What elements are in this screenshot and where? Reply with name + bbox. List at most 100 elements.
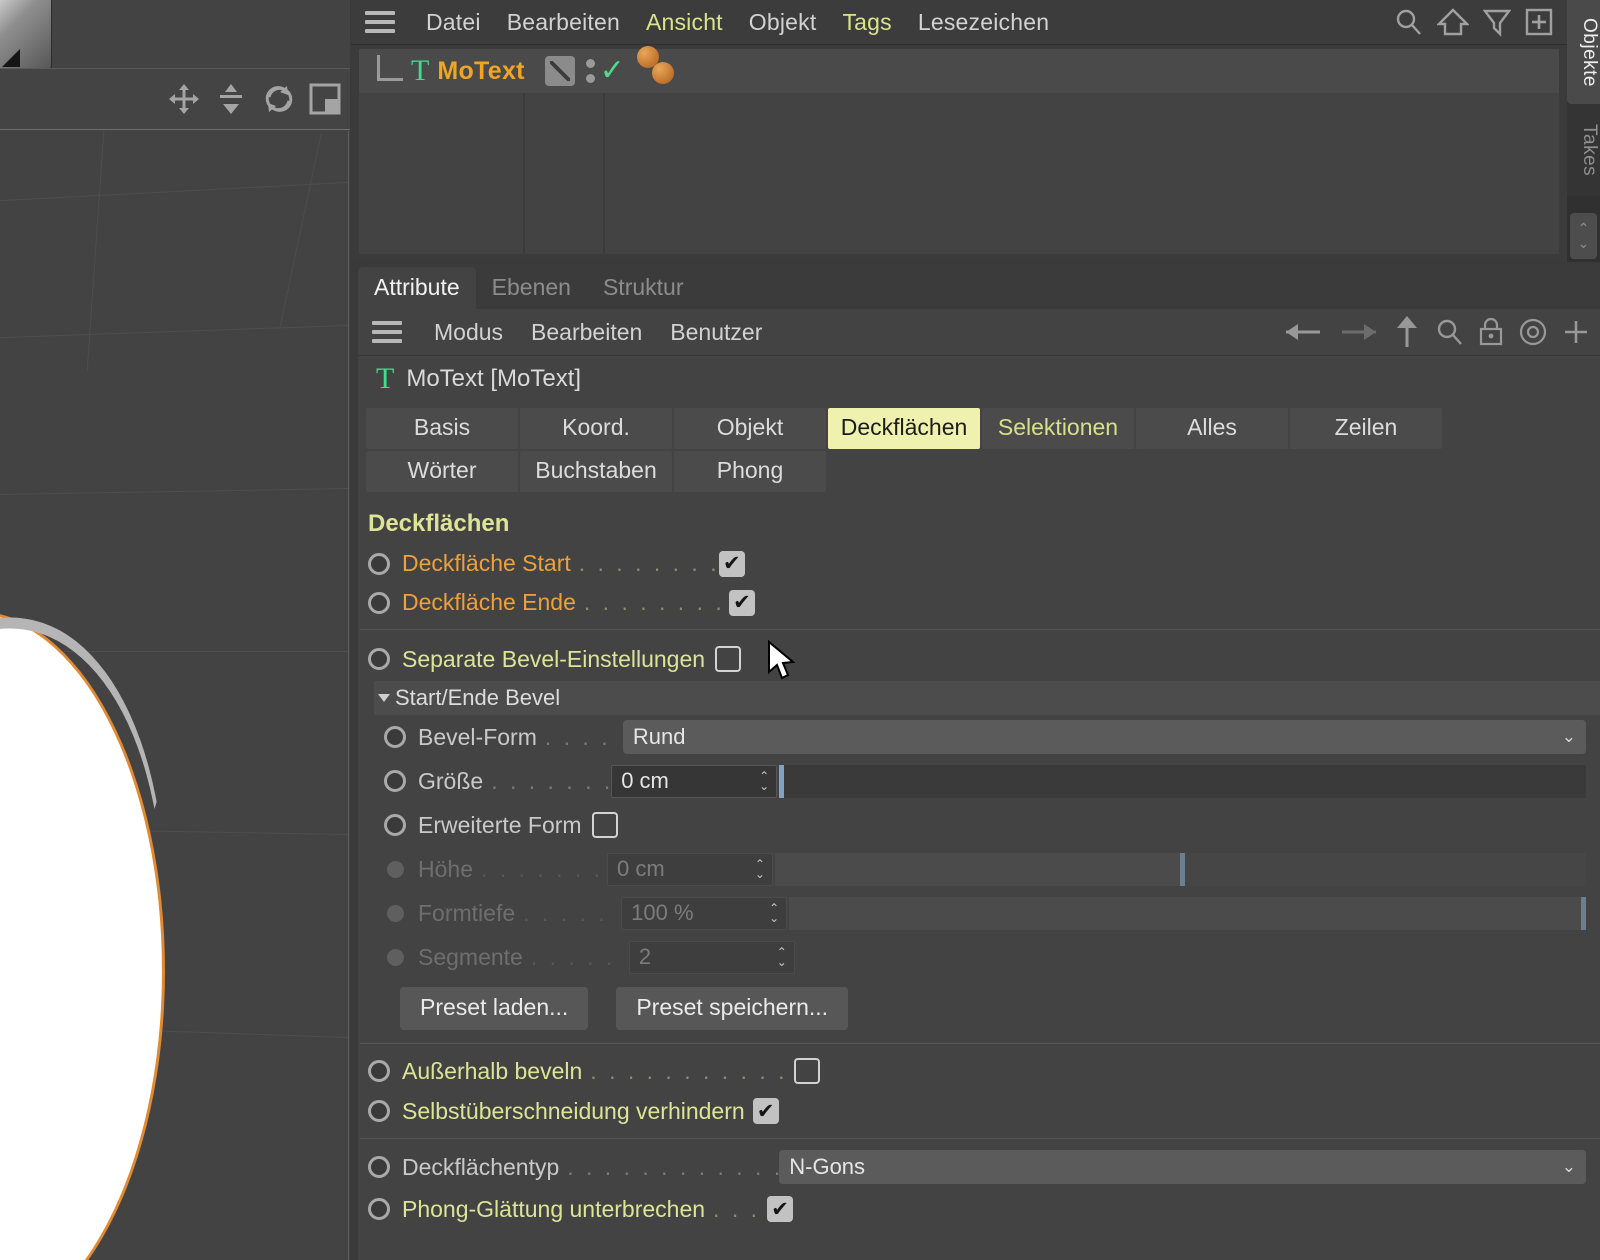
ptab-alles[interactable]: Alles xyxy=(1136,408,1288,449)
ptab-objekt[interactable]: Objekt xyxy=(674,408,826,449)
row-segmente: Segmente . . . . . 2 ⌃ ⌄ xyxy=(358,935,1600,979)
hamburger-menu-icon[interactable] xyxy=(372,321,402,343)
home-icon[interactable] xyxy=(1437,7,1469,37)
animate-knob-icon[interactable] xyxy=(368,552,390,575)
input-groesse-value: 0 cm xyxy=(621,768,669,793)
dropdown-bevel-form[interactable]: Rund ⌄ xyxy=(622,720,1586,754)
chevron-down-icon[interactable]: ⌄ xyxy=(1578,235,1590,251)
vtab-objekte[interactable]: Objekte xyxy=(1567,0,1600,104)
slider-formtiefe xyxy=(789,896,1586,930)
row-deckflaeche-start: Deckfläche Start . . . . . . . . . ✔ xyxy=(358,544,1600,583)
menu-tags[interactable]: Tags xyxy=(829,9,904,36)
ptab-selektionen[interactable]: Selektionen xyxy=(982,408,1134,449)
object-manager-menubar: Datei Bearbeiten Ansicht Objekt Tags Les… xyxy=(351,0,1567,45)
enabled-check-icon[interactable]: ✓ xyxy=(600,56,625,86)
input-segmente: 2 ⌃ ⌄ xyxy=(628,940,795,974)
move-icon[interactable] xyxy=(167,82,201,116)
menu-lesezeichen[interactable]: Lesezeichen xyxy=(905,9,1062,36)
animate-knob-icon[interactable] xyxy=(368,648,390,670)
subsection-start-ende-bevel[interactable]: Start/Ende Bevel xyxy=(374,681,1600,715)
filter-icon[interactable] xyxy=(1483,7,1511,37)
tab-struktur[interactable]: Struktur xyxy=(587,267,700,309)
menu-ansicht[interactable]: Ansicht xyxy=(633,9,736,36)
up-arrow-icon[interactable] xyxy=(1394,313,1420,351)
animate-knob-icon[interactable] xyxy=(368,1156,390,1178)
tree-branch-icon xyxy=(377,55,403,81)
checkbox-erweiterte-form[interactable] xyxy=(591,812,618,838)
hamburger-menu-icon[interactable] xyxy=(365,11,395,33)
material-preview-thumb xyxy=(0,0,52,70)
menu-bearbeiten[interactable]: Bearbeiten xyxy=(494,9,633,36)
animate-knob-icon[interactable] xyxy=(368,1060,390,1082)
slider-groesse[interactable] xyxy=(779,764,1586,798)
checkbox-ausserhalb-beveln[interactable] xyxy=(794,1058,821,1084)
forward-arrow-icon[interactable] xyxy=(1338,319,1380,345)
add-icon[interactable] xyxy=(1562,318,1590,346)
ptab-koord[interactable]: Koord. xyxy=(520,408,672,449)
search-icon[interactable] xyxy=(1393,7,1423,37)
object-row-motext[interactable]: T MoText ✓ xyxy=(359,46,1559,93)
input-hoehe: 0 cm ⌃ ⌄ xyxy=(606,852,773,886)
subsection-label: Start/Ende Bevel xyxy=(395,685,561,710)
ptab-buchstaben[interactable]: Buchstaben xyxy=(520,451,672,492)
animate-knob-icon[interactable] xyxy=(368,1100,390,1122)
menu-objekt[interactable]: Objekt xyxy=(736,9,830,36)
maximize-icon[interactable] xyxy=(308,82,342,116)
visibility-dots-icon[interactable] xyxy=(585,59,595,83)
animate-knob-icon[interactable] xyxy=(384,814,406,836)
slider-hoehe xyxy=(774,852,1586,886)
chevron-down-icon[interactable] xyxy=(378,694,390,702)
checkbox-selbstueberschneidung[interactable]: ✔ xyxy=(752,1098,779,1124)
motext-3d-object[interactable] xyxy=(0,592,209,1260)
dot-leader: . . . . xyxy=(544,723,611,750)
menu-modus[interactable]: Modus xyxy=(420,319,517,346)
label-segmente: Segmente xyxy=(418,943,523,970)
object-name[interactable]: MoText xyxy=(437,57,524,86)
label-separate-bevel: Separate Bevel-Einstellungen xyxy=(402,645,706,672)
target-icon[interactable] xyxy=(1518,317,1548,347)
menu-bearbeiten[interactable]: Bearbeiten xyxy=(517,319,656,346)
viewport-canvas[interactable] xyxy=(0,131,349,1260)
animate-knob-icon[interactable] xyxy=(384,726,406,748)
preset-speichern-button[interactable]: Preset speichern... xyxy=(616,987,849,1030)
input-groesse[interactable]: 0 cm ⌃ ⌄ xyxy=(611,764,778,798)
checkbox-separate-bevel[interactable] xyxy=(715,646,742,672)
vtab-scroll-buttons[interactable]: ⌃ ⌄ xyxy=(1570,213,1597,259)
tab-ebenen[interactable]: Ebenen xyxy=(476,267,587,309)
checkbox-deckflaeche-start[interactable]: ✔ xyxy=(718,550,745,577)
ptab-woerter[interactable]: Wörter xyxy=(366,451,518,492)
vtab-takes[interactable]: Takes xyxy=(1567,104,1600,196)
ptab-zeilen[interactable]: Zeilen xyxy=(1290,408,1442,449)
ptab-basis[interactable]: Basis xyxy=(366,408,518,449)
back-arrow-icon[interactable] xyxy=(1282,319,1324,345)
input-formtiefe: 100 % ⌃ ⌄ xyxy=(621,896,788,930)
chevron-up-icon[interactable]: ⌃ xyxy=(1578,220,1590,236)
checkbox-phong-unterbrechen[interactable]: ✔ xyxy=(767,1196,794,1222)
ptab-deckflaechen[interactable]: Deckflächen xyxy=(828,408,980,449)
checkbox-deckflaeche-ende[interactable]: ✔ xyxy=(728,589,755,616)
tab-attribute[interactable]: Attribute xyxy=(358,267,476,309)
animate-knob-icon[interactable] xyxy=(368,591,390,614)
animate-knob-icon[interactable] xyxy=(368,1198,390,1220)
menu-datei[interactable]: Datei xyxy=(413,9,494,36)
animate-knob-icon[interactable] xyxy=(384,770,406,792)
dropdown-deckflaechentyp[interactable]: N-Gons ⌄ xyxy=(779,1150,1586,1184)
attribute-manager-panel: Attribute Ebenen Struktur Modus Bearbeit… xyxy=(358,265,1600,1260)
mograph-tag-icon[interactable] xyxy=(544,56,575,86)
scale-icon[interactable] xyxy=(214,82,248,116)
text-object-icon: T xyxy=(376,362,395,395)
rotate-icon[interactable] xyxy=(261,82,295,116)
menu-benutzer[interactable]: Benutzer xyxy=(656,319,776,346)
stepper-icon: ⌃ ⌄ xyxy=(776,944,787,969)
preset-laden-button[interactable]: Preset laden... xyxy=(400,987,589,1030)
add-icon[interactable] xyxy=(1525,8,1553,36)
row-hoehe: Höhe . . . . . . . . 0 cm ⌃⌄ xyxy=(358,847,1600,891)
chevron-down-icon: ⌄ xyxy=(1561,1157,1576,1176)
mograph-tag-balls-icon[interactable] xyxy=(636,46,683,91)
viewport-panel[interactable] xyxy=(0,0,350,1260)
stepper-icon[interactable]: ⌃ ⌄ xyxy=(759,770,769,792)
lock-icon[interactable] xyxy=(1478,317,1504,347)
search-icon[interactable] xyxy=(1434,317,1464,347)
column-name xyxy=(359,93,523,254)
ptab-phong[interactable]: Phong xyxy=(674,451,826,492)
